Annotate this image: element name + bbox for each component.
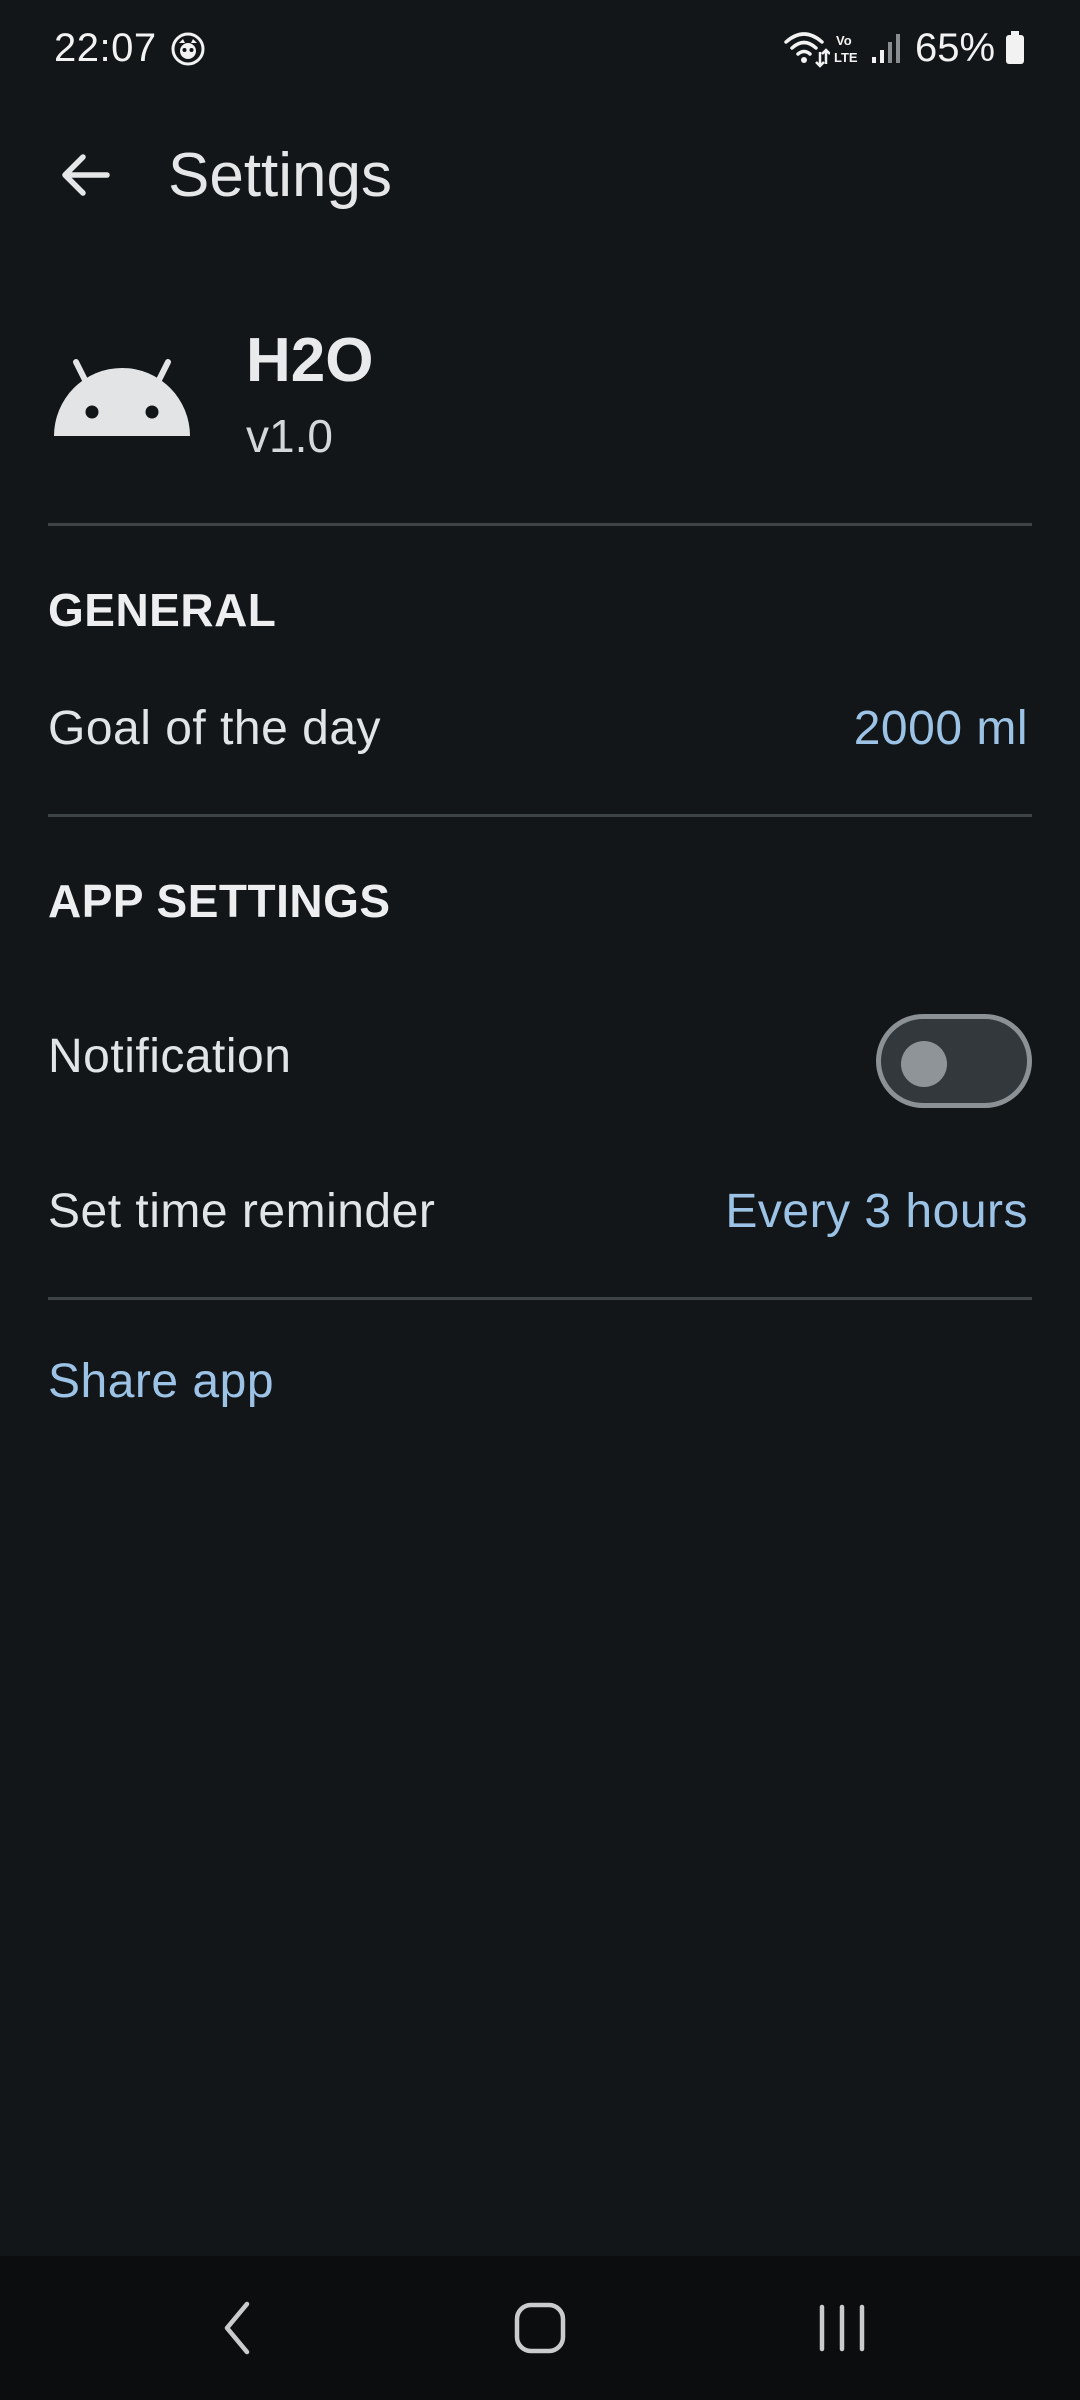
svg-text:Vo: Vo bbox=[836, 33, 852, 48]
time-reminder-row[interactable]: Set time reminder Every 3 hours bbox=[0, 1183, 1080, 1241]
notification-row[interactable]: Notification bbox=[0, 1004, 1080, 1118]
page-title: Settings bbox=[168, 141, 393, 210]
goal-value[interactable]: 2000 ml bbox=[854, 700, 1028, 758]
nav-back-icon bbox=[224, 2301, 250, 2355]
wifi-icon bbox=[784, 32, 830, 68]
nav-home-icon bbox=[514, 2302, 566, 2354]
reminder-label: Set time reminder bbox=[48, 1185, 436, 1238]
notification-toggle[interactable] bbox=[876, 1014, 1032, 1108]
reminder-value[interactable]: Every 3 hours bbox=[725, 1183, 1028, 1241]
nav-recents-icon bbox=[819, 2304, 865, 2352]
notification-app-icon bbox=[171, 32, 205, 66]
app-name: H2O bbox=[246, 326, 374, 395]
status-bar: 22:07 Vo LTE 65% bbox=[0, 0, 1080, 100]
volte-icon: Vo LTE bbox=[834, 33, 858, 65]
toggle-thumb bbox=[901, 1041, 947, 1087]
goal-label: Goal of the day bbox=[48, 702, 382, 755]
status-time: 22:07 bbox=[54, 26, 157, 70]
nav-recents-button[interactable] bbox=[762, 2256, 922, 2400]
signal-icon bbox=[872, 34, 900, 63]
navigation-bar bbox=[0, 2256, 1080, 2400]
battery-percent: 65% bbox=[915, 26, 996, 70]
back-button[interactable] bbox=[40, 130, 130, 220]
divider bbox=[48, 1297, 1032, 1300]
nav-home-button[interactable] bbox=[460, 2256, 620, 2400]
android-icon bbox=[54, 359, 190, 436]
nav-back-button[interactable] bbox=[157, 2256, 317, 2400]
section-header-app-settings: APP SETTINGS bbox=[48, 875, 391, 927]
section-header-general: GENERAL bbox=[48, 584, 277, 636]
divider bbox=[48, 523, 1032, 526]
divider bbox=[48, 814, 1032, 817]
svg-text:LTE: LTE bbox=[834, 50, 858, 65]
app-version: v1.0 bbox=[246, 410, 333, 462]
notification-label: Notification bbox=[48, 1030, 292, 1083]
goal-of-the-day-row[interactable]: Goal of the day 2000 ml bbox=[0, 700, 1080, 758]
arrow-back-icon bbox=[62, 154, 110, 196]
battery-icon bbox=[1006, 31, 1024, 64]
share-app-link[interactable]: Share app bbox=[48, 1353, 274, 1411]
